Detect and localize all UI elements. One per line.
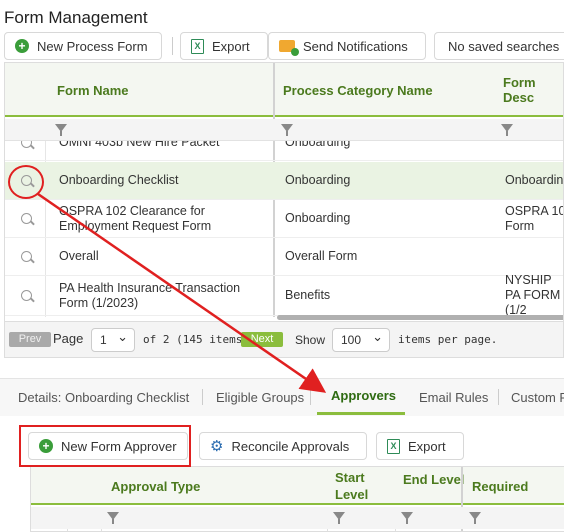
- annotation-arrow: [37, 192, 327, 393]
